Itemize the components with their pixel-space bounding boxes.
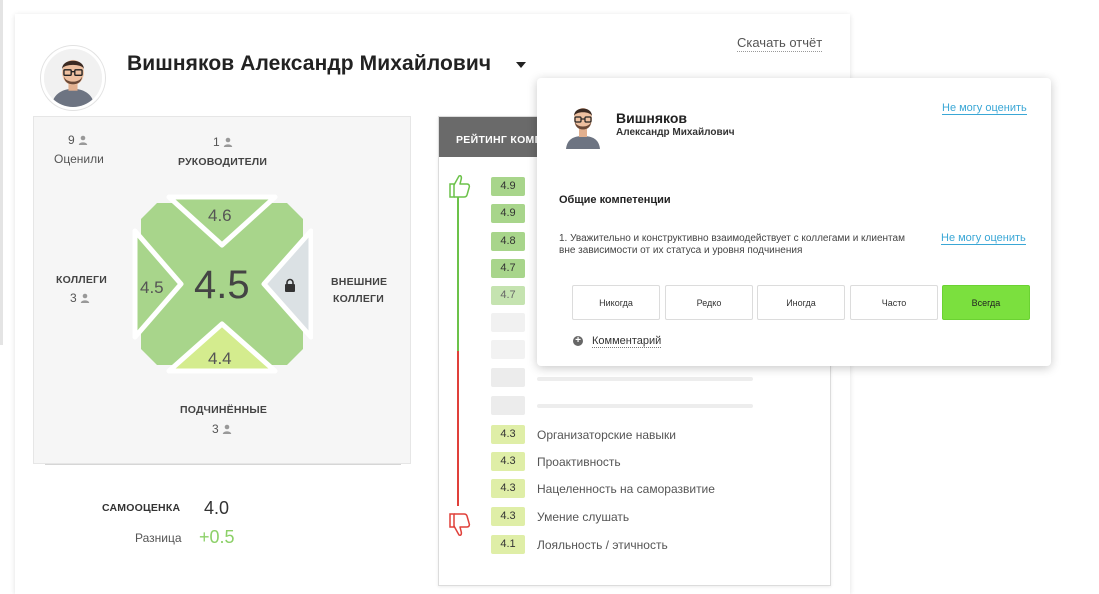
person-icon	[80, 293, 89, 303]
raters-count: 9	[68, 133, 88, 147]
section-title: Общие компетенции	[559, 194, 671, 206]
panel-divider	[45, 464, 401, 465]
rating-track-negative	[457, 351, 459, 506]
cant-rate-person-link[interactable]: Не могу оценить	[942, 102, 1027, 115]
option-often-button[interactable]: Часто	[850, 285, 938, 320]
download-report-link[interactable]: Скачать отчёт	[737, 35, 823, 52]
difference-value: +0.5	[199, 527, 235, 547]
raters-label: Оценили	[54, 152, 104, 166]
managers-score: 4.6	[208, 206, 232, 225]
managers-count: 1	[213, 135, 233, 149]
top-score-badge: 4.9	[491, 204, 525, 223]
left-edge-bar	[0, 0, 3, 345]
external-colleagues-label-2: КОЛЛЕГИ	[333, 293, 384, 305]
popup-first-names: Александр Михайлович	[616, 127, 735, 138]
user-avatar	[41, 46, 105, 110]
rating-popup	[537, 78, 1051, 366]
self-rating-label: САМООЦЕНКА	[102, 502, 181, 514]
subordinates-count: 3	[212, 422, 232, 436]
external-colleagues-label-1: ВНЕШНИЕ	[331, 276, 388, 288]
option-rarely-button[interactable]: Редко	[665, 285, 753, 320]
overall-score: 4.5	[194, 263, 250, 307]
placeholder-line	[537, 404, 753, 408]
person-icon	[222, 424, 231, 434]
placeholder-badge	[491, 368, 525, 387]
placeholder-badge	[491, 396, 525, 415]
top-score-badge: 4.9	[491, 177, 525, 196]
person-icon	[223, 137, 232, 147]
bottom-score-badge: 4.3	[491, 425, 525, 444]
subordinates-score: 4.4	[208, 349, 232, 368]
bottom-score-badge: 4.3	[491, 479, 525, 498]
competency-label: Умение слушать	[537, 510, 630, 524]
thumbs-down-icon	[449, 513, 471, 536]
self-rating-value: 4.0	[204, 498, 230, 518]
plus-circle-icon[interactable]: +	[573, 336, 583, 346]
placeholder-line	[537, 377, 753, 381]
top-score-badge: 4.7	[491, 286, 525, 305]
colleagues-label: КОЛЛЕГИ	[56, 274, 107, 286]
option-never-button[interactable]: Никогда	[572, 285, 660, 320]
popup-avatar	[564, 101, 602, 149]
person-icon	[78, 135, 87, 145]
question-text: 1. Уважительно и конструктивно взаимодей…	[559, 233, 905, 256]
top-score-badge: 4.8	[491, 232, 525, 251]
person-name[interactable]: Вишняков Александр Михайлович	[127, 52, 491, 76]
top-score-badge: 4.7	[491, 259, 525, 278]
placeholder-badge	[491, 340, 525, 359]
competency-label: Проактивность	[537, 455, 621, 469]
difference-label: Разница	[135, 531, 182, 545]
placeholder-badge	[491, 313, 525, 332]
option-always-button[interactable]: Всегда	[942, 285, 1030, 320]
bottom-score-badge: 4.3	[491, 507, 525, 526]
popup-last-name: Вишняков	[616, 110, 687, 126]
competency-label: Лояльность / этичность	[537, 538, 668, 552]
colleagues-count: 3	[70, 291, 90, 305]
competency-label: Организаторские навыки	[537, 428, 676, 442]
option-sometimes-button[interactable]: Иногда	[757, 285, 845, 320]
subordinates-label: ПОДЧИНЁННЫЕ	[180, 404, 268, 416]
bottom-score-badge: 4.1	[491, 535, 525, 554]
competency-label: Нацеленность на саморазвитие	[537, 482, 715, 496]
chevron-down-icon[interactable]	[516, 62, 526, 68]
rating-track-positive	[457, 197, 459, 351]
colleagues-score: 4.5	[140, 278, 164, 297]
bottom-score-badge: 4.3	[491, 452, 525, 471]
comment-link[interactable]: Комментарий	[592, 335, 662, 348]
cant-rate-question-link[interactable]: Не могу оценить	[941, 232, 1026, 245]
thumbs-up-icon	[449, 175, 471, 198]
managers-label: РУКОВОДИТЕЛИ	[178, 156, 268, 168]
